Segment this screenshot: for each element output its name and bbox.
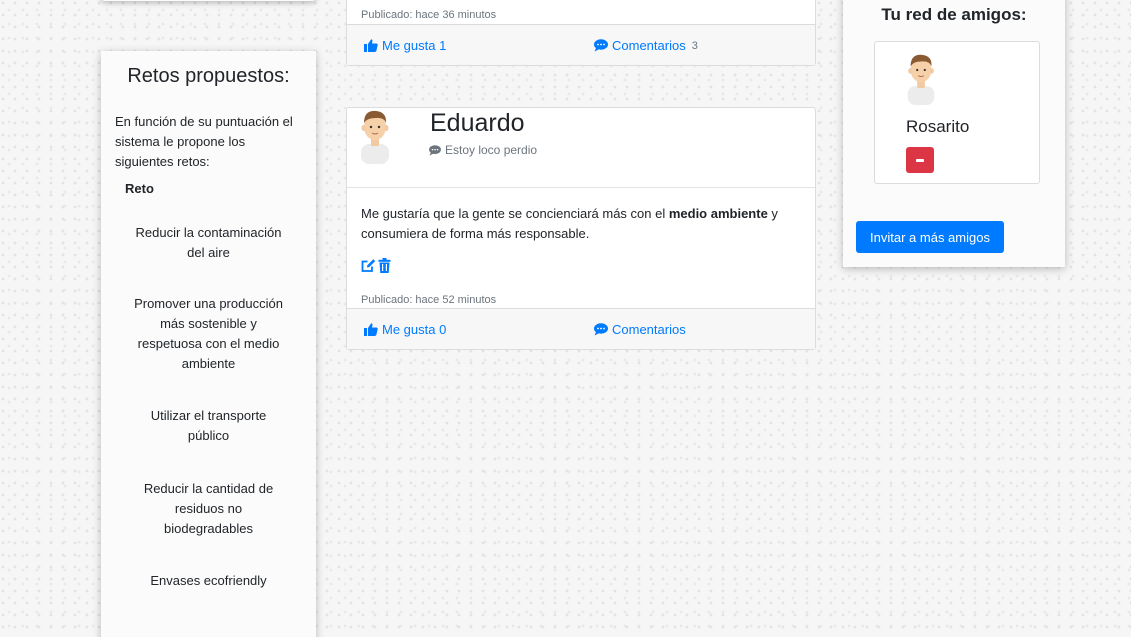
user-avatar[interactable] bbox=[357, 108, 393, 164]
remove-friend-button[interactable] bbox=[906, 147, 934, 173]
post-published-time: Publicado: hace 52 minutos bbox=[361, 294, 497, 306]
post-tools bbox=[361, 258, 391, 273]
post-published-time: Publicado: hace 36 minutos bbox=[361, 9, 497, 21]
like-button[interactable]: Me gusta 1 bbox=[364, 38, 446, 53]
post-card: Eduardo Estoy loco perdio Me gustaría qu… bbox=[346, 107, 816, 350]
comments-label: Comentarios bbox=[612, 322, 686, 337]
friend-card: Rosarito bbox=[874, 41, 1040, 184]
post-author-name[interactable]: Eduardo bbox=[430, 109, 525, 138]
comments-button[interactable]: Comentarios 3 bbox=[594, 38, 698, 53]
thumbs-up-icon bbox=[364, 323, 378, 336]
previous-panel bbox=[101, 0, 316, 1]
challenges-title: Retos propuestos: bbox=[127, 65, 290, 87]
post-status-text: Estoy loco perdio bbox=[445, 143, 538, 157]
challenges-panel: Retos propuestos: En función de su puntu… bbox=[101, 51, 316, 637]
post-status: Estoy loco perdio bbox=[429, 143, 537, 157]
trash-icon[interactable] bbox=[378, 258, 391, 273]
comment-icon bbox=[594, 323, 608, 336]
like-label: Me gusta 1 bbox=[382, 38, 447, 53]
challenge-item: Envases ecofriendly bbox=[150, 573, 267, 588]
edit-icon[interactable] bbox=[361, 258, 376, 273]
post-body-text: Me gustaría que la gente se concienciará… bbox=[361, 206, 669, 221]
comment-icon bbox=[429, 144, 441, 156]
challenge-item: Reducir la contaminación del aire bbox=[135, 225, 282, 260]
thumbs-up-icon bbox=[364, 39, 378, 52]
challenge-item: Reducir la cantidad de residuos no biode… bbox=[143, 481, 274, 536]
comments-count: 3 bbox=[691, 39, 698, 52]
like-label: Me gusta 0 bbox=[382, 322, 447, 337]
challenges-intro: En función de su puntuación el sistema l… bbox=[115, 114, 293, 169]
user-avatar[interactable] bbox=[903, 52, 939, 105]
friend-name[interactable]: Rosarito bbox=[906, 117, 969, 137]
post-body: Me gustaría que la gente se concienciará… bbox=[361, 204, 801, 244]
post-footer: Me gusta 1 Comentarios 3 bbox=[347, 24, 815, 65]
post-body-bold: medio ambiente bbox=[668, 206, 768, 221]
like-button[interactable]: Me gusta 0 bbox=[364, 322, 446, 337]
friends-panel: Tu red de amigos: Rosarito Invitar a más… bbox=[843, 0, 1065, 267]
comment-icon bbox=[594, 39, 608, 52]
challenge-item: Utilizar el transporte público bbox=[150, 408, 267, 443]
post-divider bbox=[347, 187, 815, 188]
comments-button[interactable]: Comentarios bbox=[594, 322, 686, 337]
challenge-item: Promover una producción más sostenible y… bbox=[134, 296, 283, 371]
friends-title: Tu red de amigos: bbox=[881, 5, 1027, 24]
invite-friends-button[interactable]: Invitar a más amigos bbox=[856, 221, 1004, 253]
post-footer: Me gusta 0 Comentarios bbox=[347, 308, 815, 349]
minus-icon bbox=[916, 158, 924, 162]
challenges-column-header: Reto bbox=[125, 181, 154, 196]
comments-label: Comentarios bbox=[612, 38, 686, 53]
post-card: Publicado: hace 36 minutos Me gusta 1 Co… bbox=[346, 0, 816, 66]
